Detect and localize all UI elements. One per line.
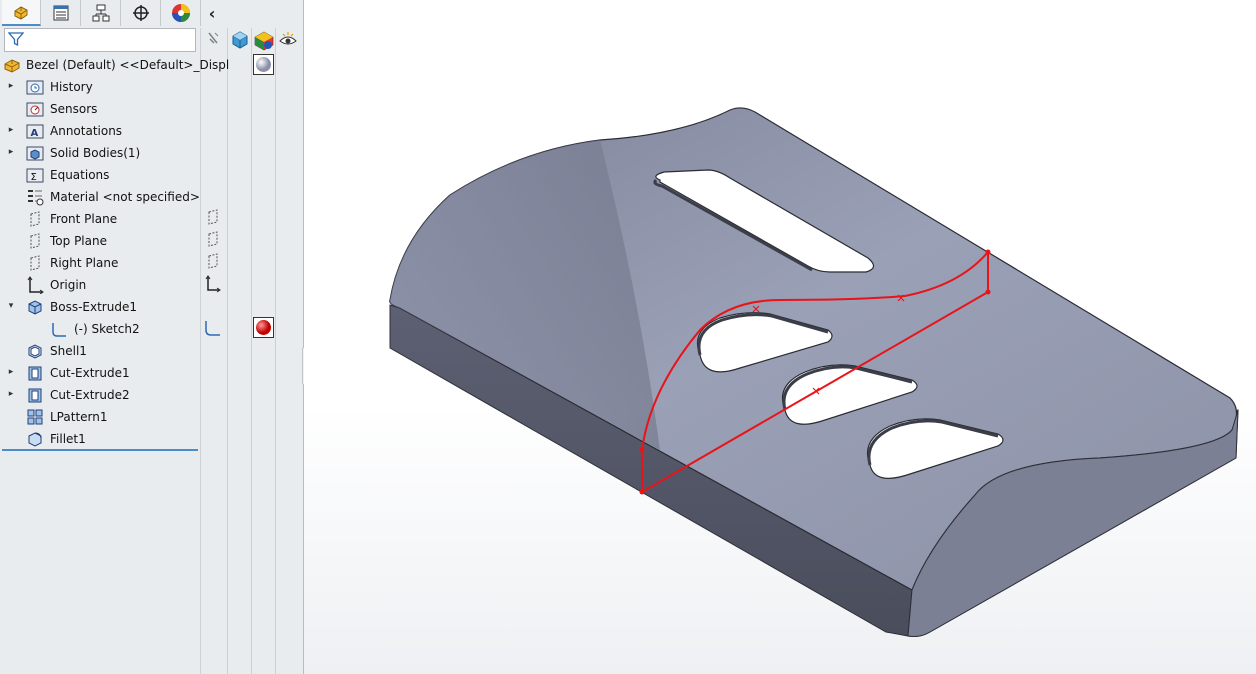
tab-feature-manager[interactable] (2, 0, 41, 26)
tree-item-cut-extrude1[interactable]: ▸ Cut-Extrude1 (0, 362, 200, 384)
tree-item-solid-bodies-1[interactable]: ▸ Solid Bodies(1) (0, 142, 200, 164)
linear-pattern-icon (27, 409, 43, 425)
expand-arrow-icon[interactable]: ▸ (6, 367, 16, 377)
expand-arrow-icon[interactable]: ▸ (6, 125, 16, 135)
right-plane-visibility-icon[interactable] (204, 252, 222, 272)
manager-tab-bar: ‹ (0, 0, 303, 27)
tree-item-material-not-specified[interactable]: Material <not specified> (0, 186, 200, 208)
feature-manager-icon (14, 6, 28, 20)
tree-item-fillet1[interactable]: Fillet1 (0, 428, 200, 450)
expand-arrow-icon[interactable]: ▸ (6, 147, 16, 157)
rollback-bar[interactable] (2, 449, 198, 451)
collapse-panel-button[interactable]: ‹ (202, 3, 222, 23)
origin-visibility-icon[interactable] (204, 274, 222, 294)
transparency-eye-icon[interactable] (278, 30, 298, 50)
feature-manager-panel: ‹ Bezel (Default) <<Default>_Displ ▸ His… (0, 0, 304, 674)
plane-icon (30, 255, 40, 271)
display-mode-column-icon[interactable] (230, 30, 250, 50)
tree-item-label: LPattern1 (50, 410, 108, 424)
tree-item-label: Front Plane (50, 212, 118, 226)
tab-configuration-manager[interactable] (82, 0, 121, 26)
cut-extrude-icon (28, 388, 42, 403)
tree-item-top-plane[interactable]: Top Plane (0, 230, 200, 252)
tab-display-manager[interactable] (162, 0, 201, 26)
collapse-arrow-icon[interactable]: ▾ (6, 301, 16, 311)
expand-arrow-icon[interactable]: ▸ (6, 389, 16, 399)
tree-item-label: Annotations (50, 124, 123, 138)
tree-item-cut-extrude2[interactable]: ▸ Cut-Extrude2 (0, 384, 200, 406)
tree-item-right-plane[interactable]: Right Plane (0, 252, 200, 274)
tree-item-label: Cut-Extrude2 (50, 388, 130, 402)
tree-item-label: Solid Bodies(1) (50, 146, 141, 160)
tree-filter-input[interactable] (4, 28, 196, 52)
tree-item-label: Fillet1 (50, 432, 86, 446)
sketch-icon (52, 323, 66, 337)
tree-item-label: Top Plane (50, 234, 107, 248)
expand-arrow-icon[interactable]: ▸ (6, 81, 16, 91)
appearance-sphere-icon[interactable] (253, 54, 274, 75)
property-manager-icon (53, 5, 69, 21)
annotations-folder-icon: A (26, 124, 44, 139)
tree-item-sensors[interactable]: Sensors (0, 98, 200, 120)
tree-column-header (200, 28, 303, 52)
solid-bodies-folder-icon (26, 146, 44, 161)
history-folder-icon (26, 80, 44, 95)
tree-item-shell1[interactable]: Shell1 (0, 340, 200, 362)
sketch-visibility-icon[interactable] (203, 318, 223, 338)
tree-item-boss-extrude1[interactable]: ▾ Boss-Extrude1 (0, 296, 200, 318)
tree-item-label: Right Plane (50, 256, 119, 270)
tree-item-sketch2[interactable]: (-) Sketch2 (0, 318, 200, 340)
tree-item-label: Equations (50, 168, 110, 182)
tab-dimxpert-manager[interactable] (122, 0, 161, 26)
plane-icon (30, 233, 40, 249)
graphics-viewport[interactable] (304, 0, 1256, 674)
filter-icon (8, 32, 24, 47)
tree-item-label: Origin (50, 278, 87, 292)
front-plane-visibility-icon[interactable] (204, 208, 222, 228)
tree-item-label: Boss-Extrude1 (50, 300, 137, 314)
tree-item-front-plane[interactable]: Front Plane (0, 208, 200, 230)
configuration-manager-icon (92, 4, 110, 22)
origin-icon (27, 276, 44, 294)
hide-show-column-icon[interactable] (204, 30, 222, 48)
svg-text:Σ: Σ (31, 172, 37, 183)
model-view[interactable] (304, 0, 1256, 674)
tree-item-history[interactable]: ▸ History (0, 76, 200, 98)
cut-extrude-icon (28, 366, 42, 381)
sketch-appearance-sphere-icon[interactable] (253, 317, 274, 338)
tree-item-label: Shell1 (50, 344, 87, 358)
fillet-icon (28, 432, 42, 447)
part-icon (4, 59, 20, 73)
tree-item-lpattern1[interactable]: LPattern1 (0, 406, 200, 428)
tree-item-annotations[interactable]: ▸ A Annotations (0, 120, 200, 142)
top-plane-visibility-icon[interactable] (204, 230, 222, 250)
tree-item-origin[interactable]: Origin (0, 274, 200, 296)
tree-item-label: (-) Sketch2 (74, 322, 140, 336)
tree-item-equations[interactable]: Σ Equations (0, 164, 200, 186)
boss-extrude-icon (28, 300, 42, 315)
tree-item-label: History (50, 80, 93, 94)
sensors-folder-icon (26, 102, 44, 117)
plane-icon (30, 211, 40, 227)
material-icon (28, 190, 44, 206)
display-manager-icon (172, 4, 190, 22)
dimxpert-icon (133, 5, 149, 21)
tree-root-part[interactable]: Bezel (Default) <<Default>_Displ (0, 54, 229, 76)
equations-folder-icon: Σ (26, 168, 44, 183)
appearance-column-icon[interactable] (253, 30, 275, 52)
tab-property-manager[interactable] (42, 0, 81, 26)
tree-root-label: Bezel (Default) <<Default>_Displ (26, 58, 230, 72)
shell-icon (28, 344, 42, 359)
tree-item-label: Cut-Extrude1 (50, 366, 130, 380)
tree-item-label: Sensors (50, 102, 98, 116)
tree-item-label: Material <not specified> (50, 190, 200, 204)
svg-text:A: A (31, 128, 39, 139)
